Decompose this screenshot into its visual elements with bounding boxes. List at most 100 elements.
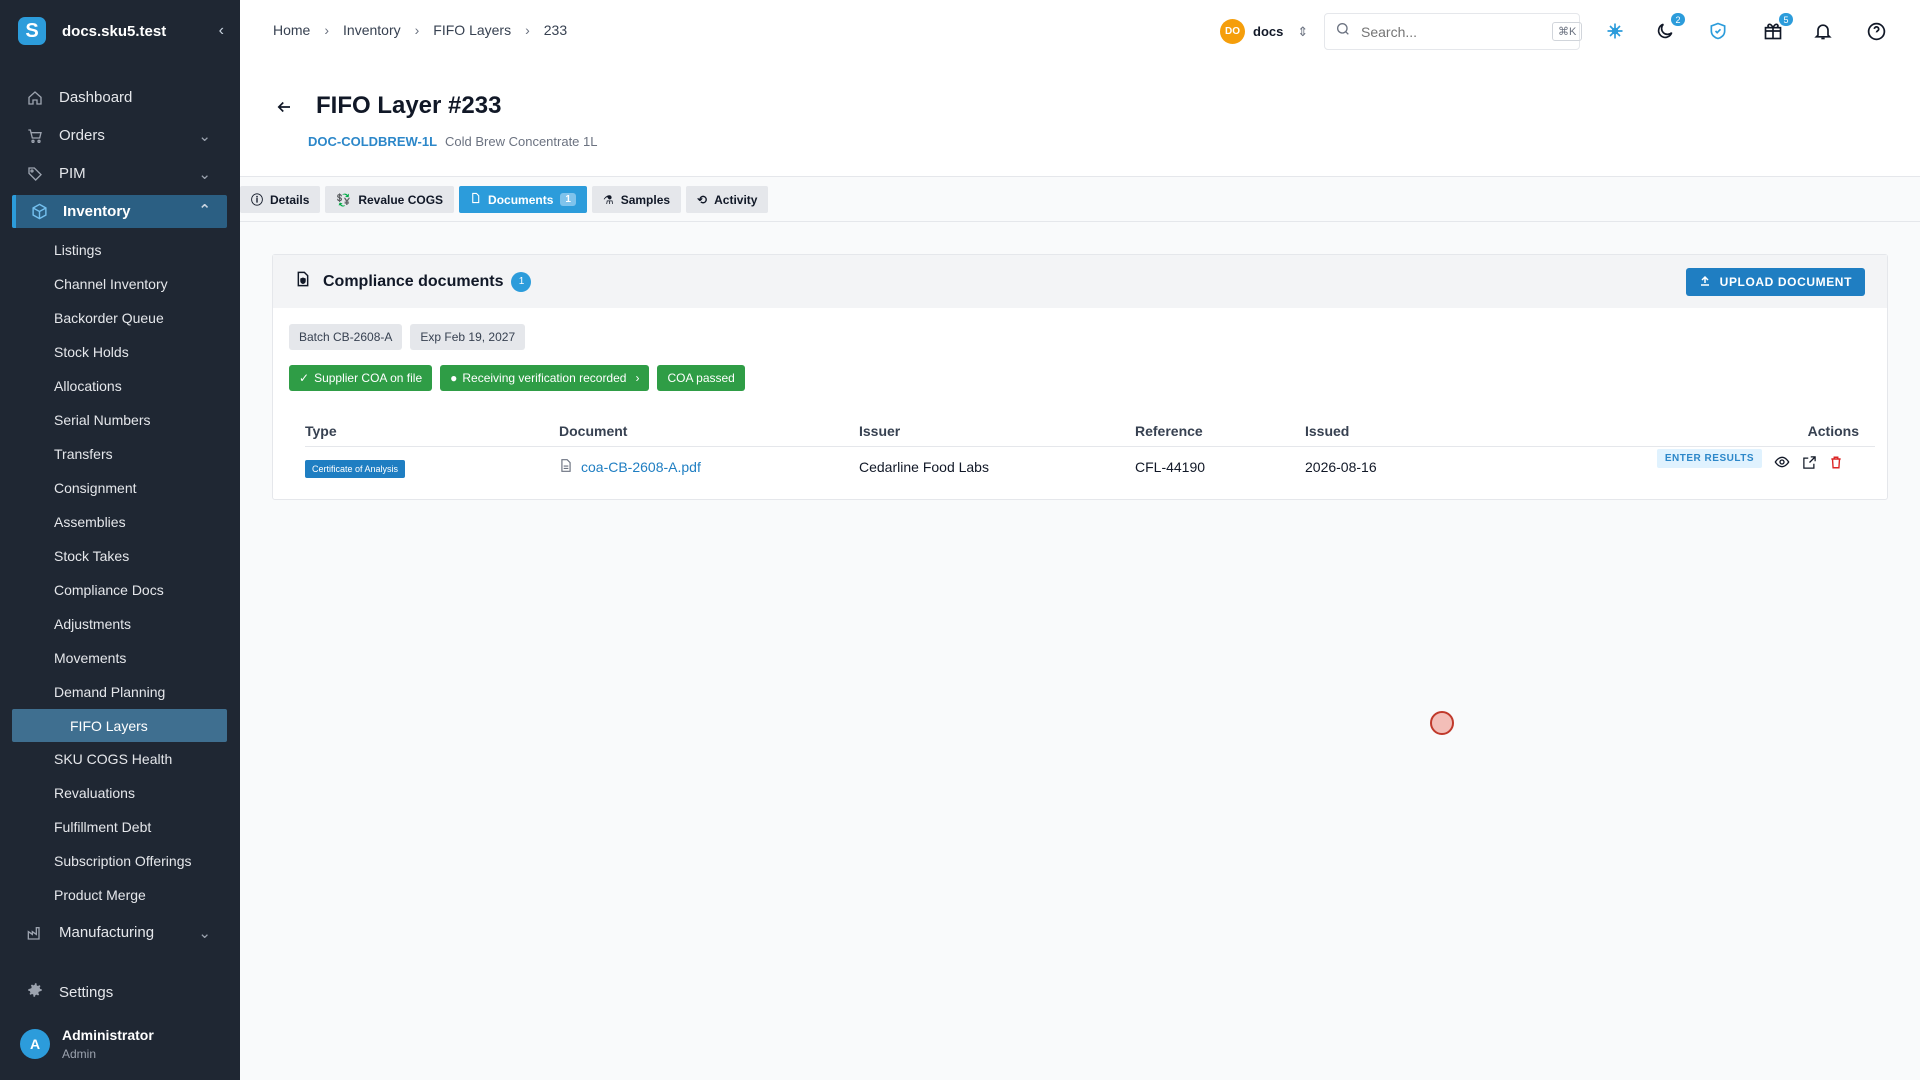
status-badge-receiving-verification[interactable]: ● Receiving verification recorded › [440,365,650,391]
tab-details[interactable]: ⓘ Details [240,186,321,213]
reference-cell: CFL-44190 [1135,459,1206,475]
file-shield-icon [295,270,311,293]
column-header-reference: Reference [1135,422,1203,439]
sub-item-movements[interactable]: Movements [0,641,227,675]
document-link[interactable]: coa-CB-2608-A.pdf [559,458,859,476]
chevron-down-icon: ⌄ [198,166,211,183]
sub-item-adjustments[interactable]: Adjustments [0,607,227,641]
search-icon [1335,21,1351,42]
breadcrumb: Home › Inventory › FIFO Layers › 233 [273,22,567,38]
sub-item-consignment[interactable]: Consignment [0,471,227,505]
org-switcher[interactable]: DO docs ⇕ [1220,19,1308,44]
sparkle-icon[interactable] [1603,19,1627,43]
sub-item-channel-inventory[interactable]: Channel Inventory [0,267,227,301]
cart-icon [26,128,44,144]
sub-item-stock-takes[interactable]: Stock Takes [0,539,227,573]
external-link-icon[interactable] [1802,455,1817,473]
breadcrumb-inventory[interactable]: Inventory [343,22,401,38]
card-header: Compliance documents 1 UPLOAD DOCUMENT [273,255,1887,308]
row-actions: ENTER RESULTS [1656,449,1843,473]
column-header-issuer: Issuer [859,422,901,439]
status-badge-supplier-coa: ✓ Supplier COA on file [289,365,433,391]
user-menu[interactable]: A Administrator Admin [20,1027,154,1061]
status-flags: ✓ Supplier COA on file ● Receiving verif… [289,365,745,391]
sub-item-sku-cogs-health[interactable]: SKU COGS Health [0,742,227,776]
sub-item-listings[interactable]: Listings [0,233,227,267]
tab-activity[interactable]: ⟲ Activity [686,186,769,213]
nav-manufacturing-label: Manufacturing [59,924,155,941]
breadcrumb-fifo-layers[interactable]: FIFO Layers [433,22,511,38]
sub-item-fulfillment-debt[interactable]: Fulfillment Debt [0,810,227,844]
search-box[interactable]: ⌘K [1324,13,1583,50]
trash-icon[interactable] [1829,455,1843,473]
brand-logo: S [18,17,46,45]
compliance-documents-card: Compliance documents 1 UPLOAD DOCUMENT B… [272,254,1888,500]
sub-item-subscription-offerings[interactable]: Subscription Offerings [0,844,227,878]
nav-inventory[interactable]: Inventory ⌃ [12,195,227,228]
factory-icon [26,925,44,941]
status-badge-label: COA passed [667,371,735,385]
nav-orders-label: Orders [59,127,105,144]
nav-orders[interactable]: Orders ⌄ [12,119,227,152]
table-row: Certificate of Analysis coa-CB-2608-A.pd… [305,447,1875,487]
nav-pim-label: PIM [59,165,86,182]
tab-samples-label: Samples [620,192,671,207]
sub-item-backorder-queue[interactable]: Backorder Queue [0,301,227,335]
avatar: A [20,1029,50,1059]
breadcrumb-current: 233 [543,22,568,38]
chevron-right-icon: › [635,371,640,385]
search-input[interactable] [1361,23,1542,40]
sub-item-allocations[interactable]: Allocations [0,369,227,403]
issued-cell: 2026-08-16 [1305,459,1377,475]
moon-icon[interactable]: 2 [1653,13,1685,43]
collapse-icon[interactable]: ‹ [219,22,224,40]
tab-revalue-cogs[interactable]: 💱 Revalue COGS [325,186,455,213]
product-name: Cold Brew Concentrate 1L [445,134,598,149]
nav-settings[interactable]: Settings [26,981,113,1003]
tab-documents[interactable]: Documents 1 [459,186,587,213]
shield-icon[interactable] [1706,19,1730,43]
sku-link[interactable]: DOC-COLDBREW-1L [308,134,437,149]
sub-item-fifo-layers[interactable]: FIFO Layers [12,709,227,742]
sub-item-stock-holds[interactable]: Stock Holds [0,335,227,369]
tab-samples[interactable]: ⚗ Samples [591,186,682,213]
sort-icon: ⇕ [1297,23,1309,39]
sub-item-transfers[interactable]: Transfers [0,437,227,471]
column-header-document: Document [559,422,628,439]
breadcrumb-separator: › [324,22,330,38]
column-header-type: Type [305,422,337,439]
nav-dashboard[interactable]: Dashboard [12,81,227,114]
sidebar: S docs.sku5.test ‹ Dashboard Orders ⌄ PI… [0,0,240,1080]
nav-inventory-label: Inventory [63,203,131,220]
sub-item-revaluations[interactable]: Revaluations [0,776,227,810]
org-avatar: DO [1220,19,1245,44]
card-title: Compliance documents [323,272,504,290]
breadcrumb-separator: › [414,22,420,38]
sub-item-assemblies[interactable]: Assemblies [0,505,227,539]
brand-name: docs.sku5.test [62,22,167,40]
gift-badge: 5 [1779,13,1793,26]
document-icon [470,192,481,207]
document-filename: coa-CB-2608-A.pdf [581,459,701,475]
gift-icon[interactable]: 5 [1761,13,1793,43]
breadcrumb-home[interactable]: Home [273,22,310,38]
sub-item-serial-numbers[interactable]: Serial Numbers [0,403,227,437]
back-arrow-icon[interactable] [275,98,293,121]
help-icon[interactable] [1864,19,1888,43]
issuer-cell: Cedarline Food Labs [859,459,989,475]
pdf-file-icon [559,458,573,476]
sub-item-product-merge[interactable]: Product Merge [0,878,227,912]
history-icon: ⟲ [697,192,708,207]
bell-icon[interactable] [1811,19,1835,43]
sub-item-demand-planning[interactable]: Demand Planning [0,675,227,709]
nav-pim[interactable]: PIM ⌄ [12,157,227,190]
main-content: Home › Inventory › FIFO Layers › 233 DO … [240,0,1920,1080]
upload-document-button[interactable]: UPLOAD DOCUMENT [1685,268,1865,296]
eye-icon[interactable] [1774,454,1790,473]
nav-manufacturing[interactable]: Manufacturing ⌄ [12,916,227,949]
enter-results-button[interactable]: ENTER RESULTS [1656,449,1762,468]
sub-item-compliance-docs[interactable]: Compliance Docs [0,573,227,607]
info-icon: ⓘ [251,193,264,207]
brand[interactable]: S docs.sku5.test ‹ [18,17,224,45]
expiry-chip: Exp Feb 19, 2027 [410,324,526,350]
